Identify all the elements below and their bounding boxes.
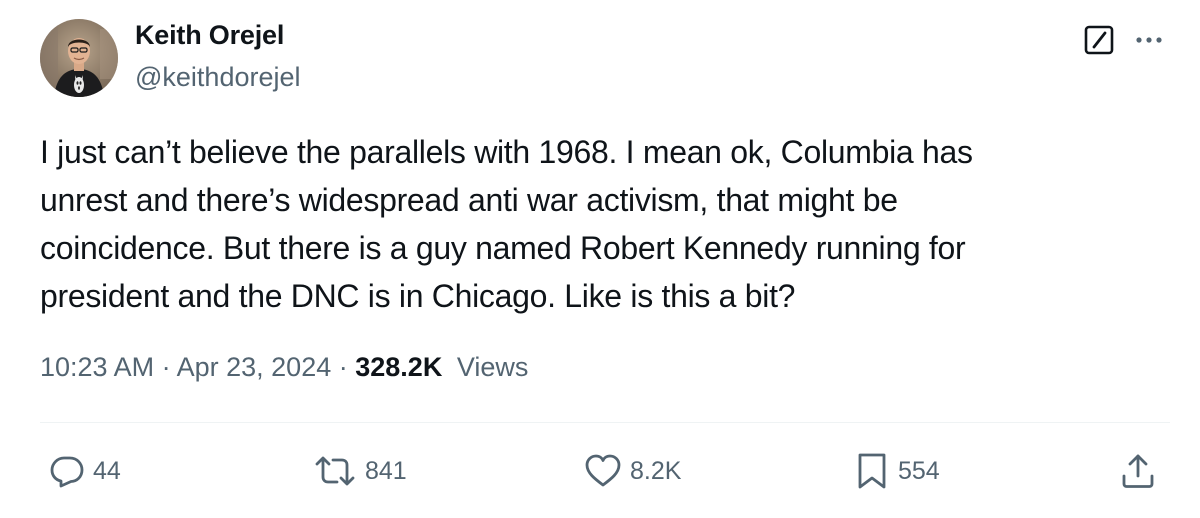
bookmark-icon <box>858 453 886 489</box>
avatar[interactable] <box>40 19 118 97</box>
views-label: Views <box>456 352 529 382</box>
repost-count: 841 <box>365 456 407 485</box>
tweet-time[interactable]: 10:23 AM <box>40 352 154 382</box>
tweet-text: I just can’t believe the parallels with … <box>40 134 973 314</box>
like-button[interactable]: 8.2K <box>584 450 681 492</box>
share-button[interactable] <box>1120 450 1156 492</box>
repost-button[interactable]: 841 <box>313 450 407 492</box>
divider <box>40 422 1170 423</box>
like-count: 8.2K <box>630 456 682 485</box>
share-icon <box>1122 454 1154 488</box>
bookmark-button[interactable]: 554 <box>854 450 940 492</box>
meta-separator: · <box>338 352 356 382</box>
grok-icon[interactable] <box>1084 25 1114 55</box>
meta-separator: · <box>161 352 177 382</box>
bookmark-count: 554 <box>898 456 940 485</box>
profile-photo-icon <box>40 19 118 97</box>
handle[interactable]: @keithdorejel <box>135 62 301 93</box>
repost-icon <box>315 456 355 486</box>
like-icon <box>585 454 621 487</box>
reply-icon <box>50 456 84 488</box>
display-name[interactable]: Keith Orejel <box>135 20 284 51</box>
reply-button[interactable]: 44 <box>49 450 121 492</box>
more-horizontal-icon[interactable] <box>1134 26 1164 54</box>
tweet-card: Keith Orejel @keithdorejel I just can’t … <box>0 0 1200 518</box>
tweet-date[interactable]: Apr 23, 2024 <box>177 352 332 382</box>
reply-count: 44 <box>93 456 121 485</box>
views-count: 328.2K <box>355 352 443 382</box>
tweet-meta: 10:23 AM · Apr 23, 2024 · 328.2K Views <box>40 352 528 383</box>
